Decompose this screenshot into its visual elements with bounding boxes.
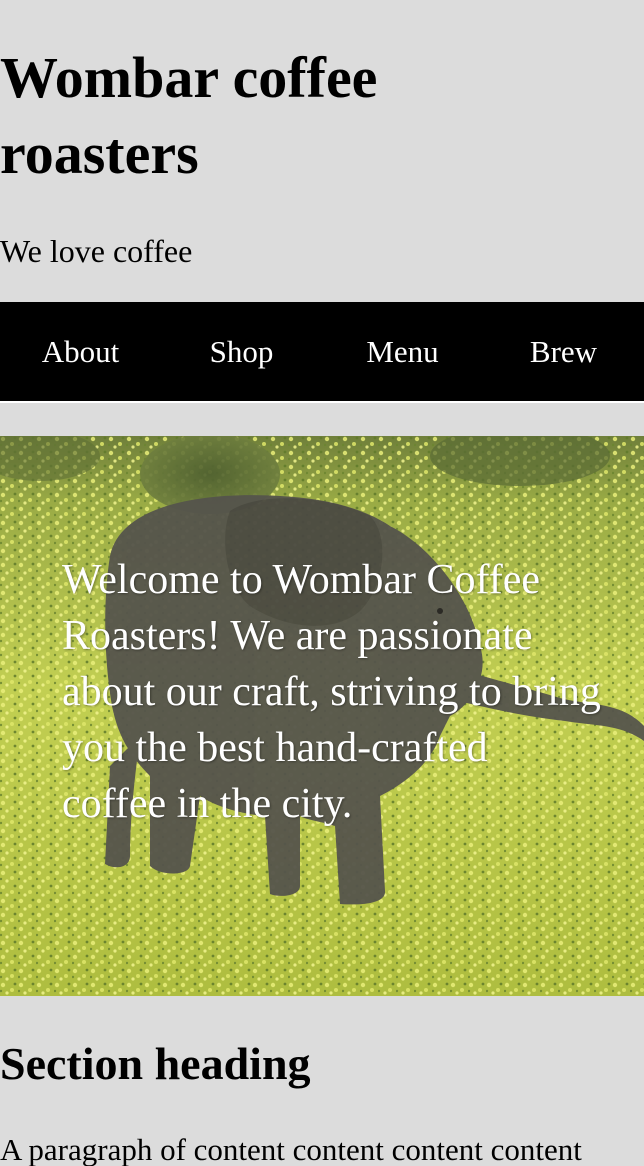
hero-welcome-text: Welcome to Wombar Coffee Roasters! We ar… bbox=[62, 557, 601, 827]
main-nav: About Shop Menu Brew bbox=[0, 302, 644, 403]
nav-item-shop[interactable]: Shop bbox=[161, 302, 322, 401]
section-heading: Section heading bbox=[0, 1038, 311, 1089]
nav-item-about[interactable]: About bbox=[0, 302, 161, 401]
nav-item-brew[interactable]: Brew bbox=[483, 302, 644, 401]
hero-banner: Welcome to Wombar Coffee Roasters! We ar… bbox=[0, 436, 644, 996]
section-paragraph: A paragraph of content content content c… bbox=[0, 1132, 582, 1166]
site-title: Wombar coffee roasters bbox=[0, 45, 378, 186]
nav-item-menu[interactable]: Menu bbox=[322, 302, 483, 401]
site-tagline: We love coffee bbox=[0, 233, 193, 269]
